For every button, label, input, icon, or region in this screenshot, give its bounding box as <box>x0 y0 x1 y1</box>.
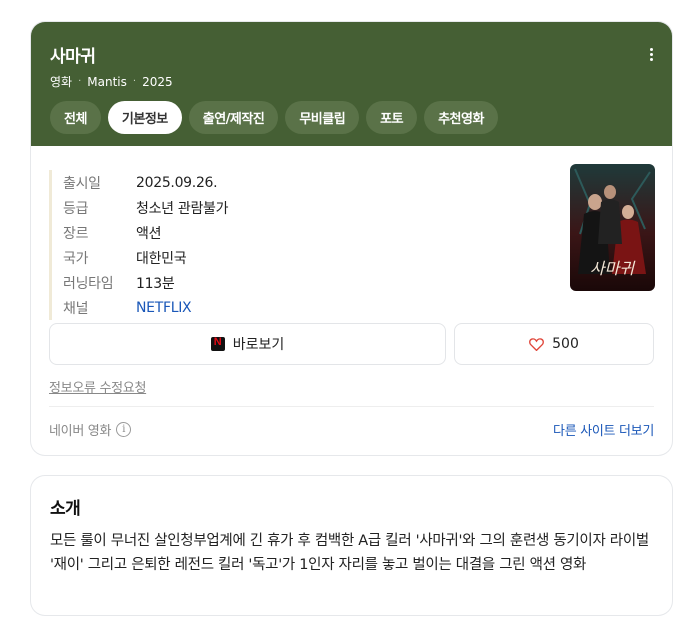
info-key: 출시일 <box>63 175 101 192</box>
info-key: 장르 <box>63 225 89 242</box>
info-row-channel: 채널 NETFLIX <box>63 295 228 320</box>
watch-now-button[interactable]: 바로보기 <box>49 323 446 365</box>
meta-separator: · <box>132 76 137 87</box>
meta-separator: · <box>78 76 82 87</box>
tab-photos[interactable]: 포토 <box>366 101 418 134</box>
heart-icon <box>529 337 545 351</box>
info-icon[interactable]: i <box>116 422 132 437</box>
info-key: 채널 <box>63 300 89 317</box>
meta-year: 2025 <box>142 74 173 89</box>
more-sites-link[interactable]: 다른 사이트 더보기 <box>553 420 654 439</box>
info-row-genre: 장르 액션 <box>63 220 228 245</box>
info-row-country: 국가 대한민국 <box>63 245 228 270</box>
info-value: 대한민국 <box>136 250 187 267</box>
movie-meta: 영화 · Mantis · 2025 <box>50 73 653 90</box>
intro-card: 소개 모든 룰이 무너진 살인청부업계에 긴 휴가 후 컴백한 A급 킬러 '사… <box>31 476 672 615</box>
action-buttons: 바로보기 500 <box>49 323 654 365</box>
poster-title: 사마귀 <box>590 259 636 278</box>
info-row-runtime: 러닝타임 113분 <box>63 270 228 295</box>
tab-basic-info[interactable]: 기본정보 <box>107 101 182 134</box>
source-label: 네이버 영화 <box>49 424 112 439</box>
info-row-rating: 등급 청소년 관람불가 <box>63 195 229 220</box>
info-list: 출시일 2025.09.26. 등급 청소년 관람불가 장르 액션 국가 대한민… <box>49 170 229 320</box>
movie-header: 사마귀 영화 · Mantis · 2025 전체 기본정보 출연/제작진 무비… <box>31 22 672 146</box>
like-button[interactable]: 500 <box>454 323 654 365</box>
intro-heading: 소개 <box>50 499 81 519</box>
tab-all[interactable]: 전체 <box>50 101 101 134</box>
tab-movie-clips[interactable]: 무비클립 <box>285 101 360 134</box>
movie-title[interactable]: 사마귀 <box>50 42 653 67</box>
info-row-release-date: 출시일 2025.09.26. <box>63 170 228 195</box>
tab-cast-crew[interactable]: 출연/제작진 <box>188 101 279 134</box>
watch-now-label: 바로보기 <box>232 337 285 353</box>
report-error-link[interactable]: 정보오류 수정요청 <box>49 377 146 396</box>
info-key: 러닝타임 <box>63 275 114 292</box>
meta-english-title: Mantis <box>87 74 127 89</box>
intro-text: 모든 룰이 무너진 살인청부업계에 긴 휴가 후 컴백한 A급 킬러 '사마귀'… <box>50 533 649 573</box>
channel-link[interactable]: NETFLIX <box>136 300 192 316</box>
like-count: 500 <box>552 336 579 352</box>
tab-bar: 전체 기본정보 출연/제작진 무비클립 포토 추천영화 <box>50 101 653 134</box>
movie-info-card: 사마귀 영화 · Mantis · 2025 전체 기본정보 출연/제작진 무비… <box>31 22 672 455</box>
movie-poster[interactable]: 사마귀 <box>570 164 655 291</box>
netflix-icon <box>210 336 225 351</box>
meta-type: 영화 <box>50 75 73 89</box>
divider <box>49 406 654 407</box>
info-value: 2025.09.26. <box>136 174 218 191</box>
card-footer: 네이버 영화 i 다른 사이트 더보기 <box>49 420 654 439</box>
more-options-icon[interactable] <box>650 48 654 61</box>
info-value: 청소년 관람불가 <box>136 200 229 217</box>
tab-recommended[interactable]: 추천영화 <box>424 101 498 134</box>
info-value: 113분 <box>136 275 175 292</box>
info-key: 등급 <box>63 200 89 217</box>
info-key: 국가 <box>63 250 89 267</box>
source-info: 네이버 영화 i <box>49 420 132 439</box>
info-value: 액션 <box>136 225 162 242</box>
